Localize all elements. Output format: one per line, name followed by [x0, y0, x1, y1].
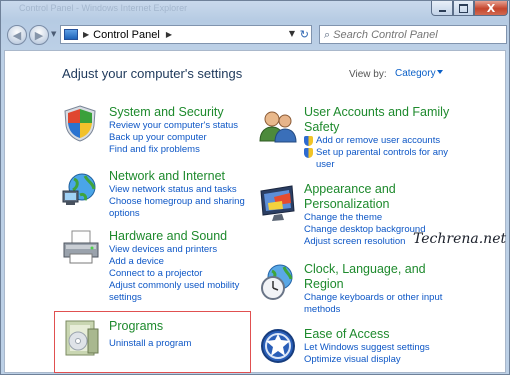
link-desktop-background[interactable]: Change desktop background	[304, 224, 425, 236]
category-title[interactable]: System and Security	[109, 105, 238, 120]
view-by-caret-icon[interactable]	[437, 70, 443, 74]
category-title[interactable]: Programs	[109, 319, 191, 334]
link-parental-controls[interactable]: Set up parental controls for any	[304, 147, 449, 159]
maximize-button[interactable]	[453, 1, 474, 16]
link-text: Set up parental controls for any	[316, 147, 449, 158]
users-icon	[259, 111, 297, 143]
link-suggest-settings[interactable]: Let Windows suggest settings	[304, 342, 430, 354]
minimize-button[interactable]	[431, 1, 453, 16]
globe-network-icon	[62, 173, 96, 205]
close-button[interactable]: X	[474, 1, 508, 16]
link-mobility-settings-cont[interactable]: settings	[109, 292, 239, 304]
category-title-line1[interactable]: User Accounts and Family	[304, 105, 449, 120]
category-hardware-sound: Hardware and Sound View devices and prin…	[109, 229, 239, 304]
address-dropdown-icon[interactable]: ▼	[289, 29, 295, 38]
link-change-keyboards-cont[interactable]: methods	[304, 304, 442, 316]
link-backup[interactable]: Back up your computer	[109, 132, 238, 144]
category-system-security: System and Security Review your computer…	[109, 105, 238, 156]
view-by-label: View by:	[349, 69, 387, 80]
link-screen-resolution[interactable]: Adjust screen resolution	[304, 236, 425, 248]
maximize-icon	[459, 3, 468, 13]
link-text: Add or remove user accounts	[316, 135, 441, 146]
link-optimize-display[interactable]: Optimize visual display	[304, 354, 430, 366]
breadcrumb-control-panel[interactable]: Control Panel	[93, 29, 160, 41]
category-user-accounts: User Accounts and Family Safety Add or r…	[304, 105, 449, 171]
category-network-internet: Network and Internet View network status…	[109, 169, 245, 220]
link-add-device[interactable]: Add a device	[109, 256, 239, 268]
category-appearance: Appearance and Personalization Change th…	[304, 182, 425, 248]
category-ease-of-access: Ease of Access Let Windows suggest setti…	[304, 327, 430, 366]
programs-icon	[65, 320, 99, 356]
link-network-status[interactable]: View network status and tasks	[109, 184, 245, 196]
address-bar[interactable]: ▶ Control Panel ▶ ▼ ↻	[60, 25, 312, 44]
page-title: Adjust your computer's settings	[62, 66, 243, 81]
monitor-icon	[260, 185, 295, 221]
link-parental-controls-cont[interactable]: user	[304, 159, 449, 171]
back-arrow-icon: ◀	[12, 28, 22, 42]
category-title[interactable]: Network and Internet	[109, 169, 245, 184]
recent-pages-dropdown[interactable]: ▼	[51, 30, 56, 38]
link-change-theme[interactable]: Change the theme	[304, 212, 425, 224]
shield-icon	[64, 105, 96, 142]
breadcrumb-separator-icon[interactable]: ▶	[83, 30, 89, 39]
ease-of-access-icon	[261, 329, 295, 363]
category-title[interactable]: Hardware and Sound	[109, 229, 239, 244]
search-input[interactable]	[333, 28, 484, 41]
link-mobility-settings[interactable]: Adjust commonly used mobility	[109, 280, 239, 292]
category-title-line2[interactable]: Personalization	[304, 197, 425, 212]
close-icon: X	[486, 1, 496, 15]
search-box[interactable]: ⌕	[319, 25, 507, 44]
forward-arrow-icon: ▶	[34, 28, 44, 42]
control-panel-window: Control Panel - Windows Internet Explore…	[0, 0, 510, 375]
view-by-dropdown[interactable]: Category	[395, 68, 436, 79]
link-devices-printers[interactable]: View devices and printers	[109, 244, 239, 256]
breadcrumb-chevron-icon[interactable]: ▶	[166, 30, 172, 39]
watermark-text: Techrena.net	[413, 231, 507, 247]
category-title[interactable]: Ease of Access	[304, 327, 430, 342]
back-button[interactable]: ◀	[7, 25, 27, 45]
control-panel-icon	[64, 29, 78, 40]
search-icon: ⌕	[324, 27, 331, 41]
minimize-icon	[438, 9, 446, 12]
refresh-icon[interactable]: ↻	[300, 28, 309, 41]
link-connect-projector[interactable]: Connect to a projector	[109, 268, 239, 280]
printer-icon	[63, 230, 99, 264]
link-homegroup[interactable]: Choose homegroup and sharing	[109, 196, 245, 208]
category-clock-language: Clock, Language, and Region Change keybo…	[304, 262, 442, 316]
link-homegroup-options[interactable]: options	[109, 208, 245, 220]
link-find-fix-problems[interactable]: Find and fix problems	[109, 144, 238, 156]
link-add-remove-users[interactable]: Add or remove user accounts	[304, 135, 449, 147]
clock-globe-icon	[261, 264, 293, 300]
category-title-line2[interactable]: Safety	[304, 120, 449, 135]
category-title-line2[interactable]: Region	[304, 277, 442, 292]
category-programs: Programs Uninstall a program	[109, 319, 191, 350]
link-uninstall-program[interactable]: Uninstall a program	[109, 338, 191, 350]
forward-button[interactable]: ▶	[29, 25, 49, 45]
category-title-line1[interactable]: Appearance and	[304, 182, 425, 197]
category-title-line1[interactable]: Clock, Language, and	[304, 262, 442, 277]
uac-shield-icon	[304, 136, 313, 146]
content-pane: Adjust your computer's settings View by:…	[4, 50, 506, 373]
uac-shield-icon	[304, 148, 313, 158]
link-review-status[interactable]: Review your computer's status	[109, 120, 238, 132]
title-bar-text: Control Panel - Windows Internet Explore…	[19, 3, 188, 13]
link-change-keyboards[interactable]: Change keyboards or other input	[304, 292, 442, 304]
